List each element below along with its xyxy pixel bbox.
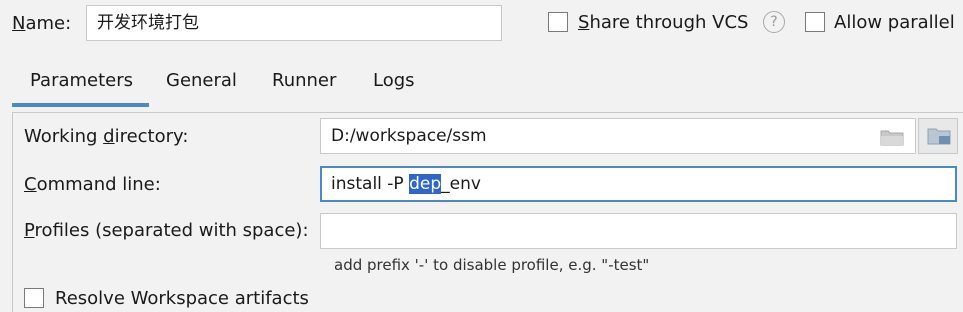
tab-runner[interactable]: Runner [272,68,336,94]
tab-parameters[interactable]: Parameters [30,68,133,94]
command-line-label: Command line: [24,174,161,195]
resolve-workspace-label[interactable]: Resolve Workspace artifacts [55,286,309,312]
profiles-hint: add prefix '-' to disable profile, e.g. … [334,256,650,274]
share-vcs-checkbox[interactable] [548,12,568,32]
profiles-input[interactable] [320,213,957,249]
help-icon[interactable]: ? [763,11,785,33]
command-line-input[interactable]: install -P dep_env [320,166,957,202]
tab-logs[interactable]: Logs [373,68,415,94]
allow-parallel-checkbox[interactable] [805,12,825,32]
working-directory-input[interactable]: D:/workspace/ssm [320,118,916,154]
profiles-label: Profiles (separated with space): [24,220,309,241]
active-tab-indicator [12,103,149,107]
selected-text: dep [409,174,442,194]
browse-icon[interactable] [927,127,951,145]
share-vcs-label[interactable]: Share through VCS [578,10,748,36]
allow-parallel-label[interactable]: Allow parallel [834,10,955,36]
resolve-workspace-checkbox[interactable] [24,288,44,308]
name-input[interactable]: 开发环境打包 [86,5,502,41]
working-directory-label: Working directory: [24,126,189,147]
name-label: Name: [12,13,72,34]
tab-general[interactable]: General [166,68,237,94]
folder-icon[interactable] [880,128,904,146]
